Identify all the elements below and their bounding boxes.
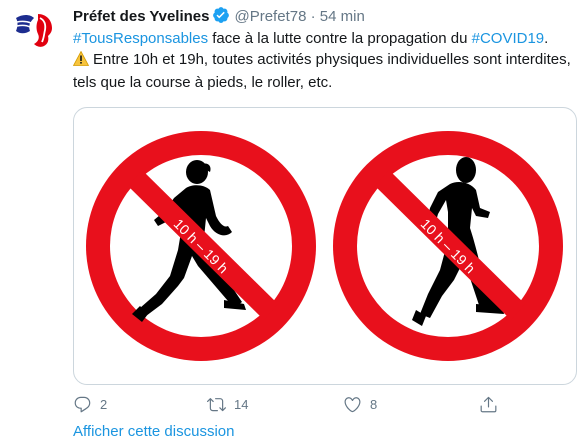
sign-left: 10 h – 19 h <box>86 131 316 361</box>
tweet-header: Préfet des Yvelines @Prefet78 · 54 min <box>73 6 365 30</box>
reply-icon <box>74 396 91 412</box>
tweet: Préfet des Yvelines @Prefet78 · 54 min #T… <box>0 0 578 438</box>
display-name[interactable]: Préfet des Yvelines <box>73 8 209 25</box>
tweet-text-line1: #TousResponsables face à la lutte contre… <box>73 28 573 49</box>
tweet-text-line2-wrap: Entre 10h et 19h, toutes activités physi… <box>72 49 573 93</box>
reply-count: 2 <box>100 396 108 412</box>
show-thread-link[interactable]: Afficher cette discussion <box>73 422 234 438</box>
retweet-icon <box>207 397 226 411</box>
reply-button[interactable]: 2 <box>73 392 107 416</box>
marianne-logo-icon <box>8 4 60 56</box>
separator-dot: · <box>310 8 316 25</box>
hashtag-covid19[interactable]: #COVID19 <box>472 30 545 47</box>
share-button[interactable] <box>479 392 506 416</box>
tweet-text: #TousResponsables face à la lutte contre… <box>72 28 573 93</box>
retweet-count: 14 <box>234 396 249 412</box>
handle[interactable]: @Prefet78 <box>234 8 306 25</box>
tweet-actions: 2 14 8 <box>73 392 503 416</box>
tweet-text-segment2: . <box>544 30 549 47</box>
hashtag-tousresponsables[interactable]: #TousResponsables <box>73 30 208 47</box>
sign-right: 10 h – 19 h <box>333 131 563 361</box>
heart-icon <box>344 396 361 412</box>
like-count: 8 <box>370 396 378 412</box>
warning-sign-icon <box>72 50 90 72</box>
verified-badge-icon <box>212 6 230 30</box>
avatar[interactable] <box>8 4 60 56</box>
no-running-signs-graphic: 10 h – 19 h 10 h – 19 h <box>86 131 563 361</box>
tweet-media-image[interactable]: 10 h – 19 h 10 h – 19 h <box>73 107 577 385</box>
timestamp[interactable]: 54 min <box>320 8 365 25</box>
retweet-button[interactable]: 14 <box>207 392 248 416</box>
tweet-text-line2: Entre 10h et 19h, toutes activités physi… <box>73 51 571 91</box>
like-button[interactable]: 8 <box>343 392 377 416</box>
tweet-text-segment1: face à la lutte contre la propagation du <box>208 30 472 47</box>
share-icon <box>480 396 497 412</box>
